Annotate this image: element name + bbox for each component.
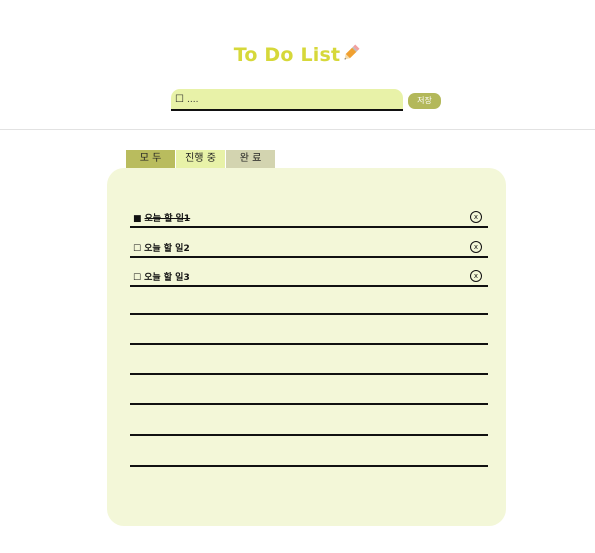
todo-item-label: 오늘 할 일1	[144, 214, 191, 224]
delete-icon[interactable]: x	[470, 241, 482, 253]
checkbox-icon: ☐	[175, 94, 184, 105]
todo-input[interactable]	[187, 92, 392, 107]
todo-input-field[interactable]: ☐	[171, 89, 403, 111]
save-button[interactable]: 저장	[408, 93, 441, 109]
empty-row-line	[130, 403, 488, 405]
empty-row-line	[130, 465, 488, 467]
checkbox-checked-icon[interactable]: ■	[133, 214, 142, 224]
list-row-line	[130, 226, 488, 228]
tab-completed[interactable]: 완 료	[226, 150, 275, 168]
tab-in-progress[interactable]: 진행 중	[176, 150, 225, 168]
todo-item-label: 오늘 할 일3	[144, 273, 190, 283]
list-row-line	[130, 285, 488, 287]
page-title: To Do List	[0, 43, 595, 68]
tab-all[interactable]: 모 두	[126, 150, 175, 168]
list-row-line	[130, 256, 488, 258]
todo-item-3[interactable]: ☐ 오늘 할 일3	[133, 270, 190, 283]
empty-row-line	[130, 434, 488, 436]
title-text: To Do List	[233, 44, 341, 66]
empty-row-line	[130, 373, 488, 375]
empty-row-line	[130, 343, 488, 345]
divider	[0, 129, 595, 130]
todo-item-2[interactable]: ☐ 오늘 할 일2	[133, 241, 190, 254]
checkbox-icon[interactable]: ☐	[133, 244, 141, 254]
empty-row-line	[130, 313, 488, 315]
checkbox-icon[interactable]: ☐	[133, 273, 141, 283]
filter-tabs: 모 두 진행 중 완 료	[126, 150, 276, 168]
todo-item-1[interactable]: ■ 오늘 할 일1	[133, 211, 190, 224]
delete-icon[interactable]: x	[470, 211, 482, 223]
todo-item-label: 오늘 할 일2	[144, 244, 190, 254]
pencil-icon	[341, 43, 361, 68]
delete-icon[interactable]: x	[470, 270, 482, 282]
